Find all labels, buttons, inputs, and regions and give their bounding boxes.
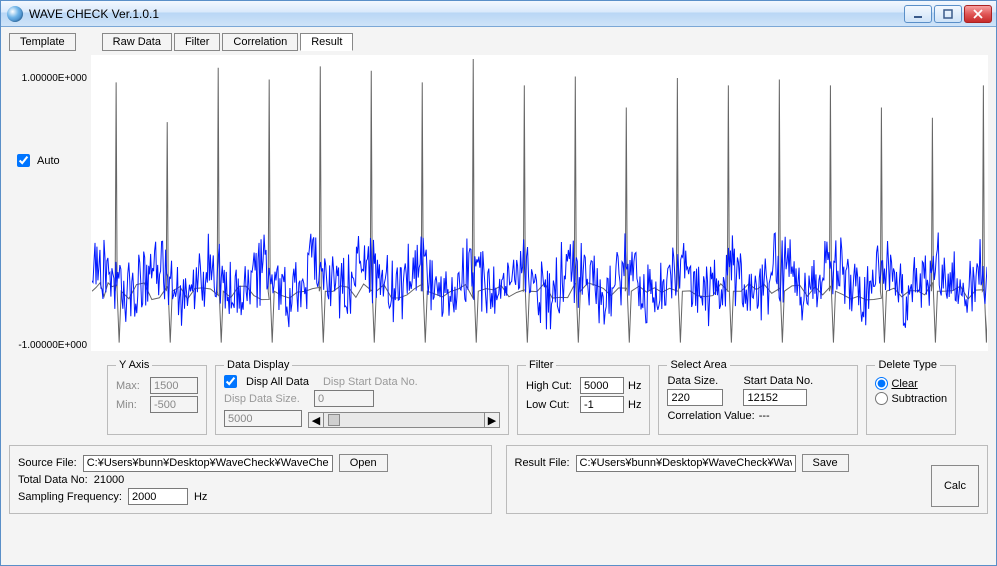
total-data-no: 21000 [94, 474, 125, 486]
y-axis-min-label: -1.00000E+000 [13, 340, 91, 351]
app-window: WAVE CHECK Ver.1.0.1 Template Raw Data F… [0, 0, 997, 566]
disp-start-input[interactable] [314, 390, 374, 407]
source-file-input[interactable] [83, 455, 333, 472]
minimize-button[interactable] [904, 5, 932, 23]
delete-type-clear[interactable]: Clear [875, 377, 947, 390]
high-cut-input[interactable] [580, 377, 624, 394]
select-area-panel: Select Area Data Size. Start Data No. Co… [658, 359, 858, 435]
sampling-freq-input[interactable] [128, 488, 188, 505]
scroll-right-icon[interactable]: ▶ [484, 412, 500, 428]
disp-all-checkbox[interactable] [224, 375, 237, 388]
start-data-no-input[interactable] [743, 389, 807, 406]
close-button[interactable] [964, 5, 992, 23]
delete-type-panel: Delete Type Clear Subtraction [866, 359, 956, 435]
result-file-input[interactable] [576, 455, 796, 472]
disp-size-input[interactable] [224, 410, 302, 427]
client-area: Template Raw Data Filter Correlation Res… [1, 27, 996, 565]
y-axis-panel: Y Axis Max: Min: [107, 359, 207, 435]
correlation-value: --- [759, 410, 770, 422]
data-size-input[interactable] [667, 389, 723, 406]
app-icon [7, 6, 23, 22]
template-button[interactable]: Template [9, 33, 76, 51]
yaxis-min-input[interactable] [150, 396, 198, 413]
auto-checkbox[interactable] [17, 154, 30, 167]
tab-filter[interactable]: Filter [174, 33, 220, 51]
maximize-button[interactable] [934, 5, 962, 23]
yaxis-max-input[interactable] [150, 377, 198, 394]
save-button[interactable]: Save [802, 454, 849, 472]
titlebar: WAVE CHECK Ver.1.0.1 [1, 1, 996, 27]
data-display-panel: Data Display Disp All Data Disp Start Da… [215, 359, 509, 435]
low-cut-input[interactable] [580, 396, 624, 413]
filter-panel: Filter High Cut: Hz Low Cut: Hz [517, 359, 650, 435]
auto-label: Auto [37, 155, 60, 167]
source-panel: Source File: Open Total Data No: 21000 S… [9, 445, 492, 514]
tab-correlation[interactable]: Correlation [222, 33, 298, 51]
open-button[interactable]: Open [339, 454, 388, 472]
result-panel: Result File: Save Calc [506, 445, 989, 514]
result-chart[interactable] [91, 55, 988, 351]
tab-raw-data[interactable]: Raw Data [102, 33, 172, 51]
tab-bar: Raw Data Filter Correlation Result [102, 33, 356, 51]
calc-button[interactable]: Calc [931, 465, 979, 507]
window-title: WAVE CHECK Ver.1.0.1 [29, 7, 904, 21]
disp-scrollbar[interactable]: ◀ ▶ [308, 412, 500, 428]
y-axis-max-label: 1.00000E+000 [13, 73, 91, 84]
scroll-left-icon[interactable]: ◀ [308, 412, 324, 428]
tab-result[interactable]: Result [300, 33, 353, 51]
delete-type-subtraction[interactable]: Subtraction [875, 392, 947, 405]
